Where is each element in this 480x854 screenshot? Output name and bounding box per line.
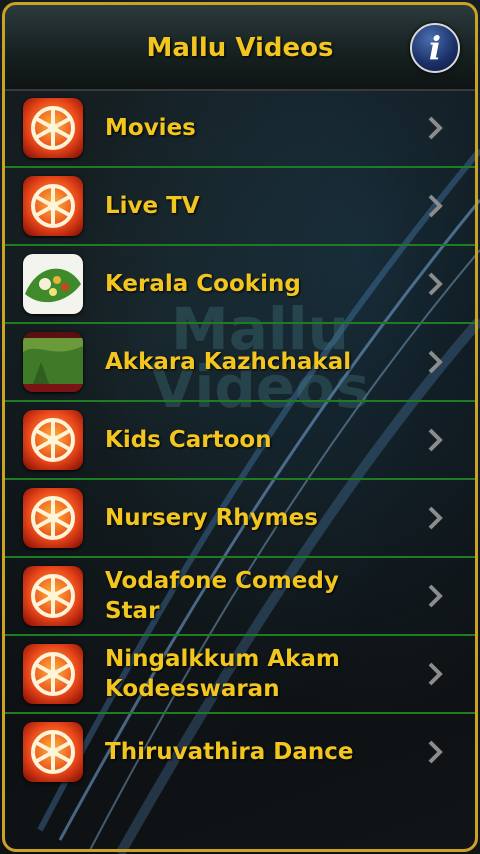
list-item-label: Kerala Cooking xyxy=(105,271,301,297)
list-item-thiruvathira-dance[interactable]: Thiruvathira Dance xyxy=(5,714,475,790)
chevron-right-icon xyxy=(428,350,443,374)
list-item-label: Ningalkkum Akam Kodeeswaran xyxy=(105,646,340,702)
chevron-right-icon xyxy=(428,740,443,764)
landscape-thumbnail-icon xyxy=(23,332,83,392)
list-item-vodafone-comedy-star[interactable]: Vodafone Comedy Star xyxy=(5,558,475,636)
list-item-label: Thiruvathira Dance xyxy=(105,739,354,765)
list-item-label: Live TV xyxy=(105,193,200,219)
app-header: Mallu Videos i xyxy=(5,5,475,91)
list-item-label: Movies xyxy=(105,115,196,141)
chevron-right-icon xyxy=(428,662,443,686)
list-item-nursery-rhymes[interactable]: Nursery Rhymes xyxy=(5,480,475,558)
list-item-label: Kids Cartoon xyxy=(105,427,272,453)
chevron-right-icon xyxy=(428,116,443,140)
list-item-label: Nursery Rhymes xyxy=(105,505,318,531)
chevron-right-icon xyxy=(428,428,443,452)
list-item-movies[interactable]: Movies xyxy=(5,90,475,168)
page-title: Mallu Videos xyxy=(146,33,334,63)
chevron-right-icon xyxy=(428,272,443,296)
chevron-right-icon xyxy=(428,194,443,218)
list-item-kerala-cooking[interactable]: Kerala Cooking xyxy=(5,246,475,324)
app-background: Mallu Videos Mallu Videos i Movies Live … xyxy=(0,0,480,854)
banana-leaf-meal-icon xyxy=(23,254,83,314)
film-reel-icon xyxy=(23,98,83,158)
list-item-akkara-kazhchakal[interactable]: Akkara Kazhchakal xyxy=(5,324,475,402)
list-item-kids-cartoon[interactable]: Kids Cartoon xyxy=(5,402,475,480)
film-reel-icon xyxy=(23,644,83,704)
film-reel-icon xyxy=(23,410,83,470)
info-icon: i xyxy=(428,29,442,67)
film-reel-icon xyxy=(23,176,83,236)
film-reel-icon xyxy=(23,488,83,548)
info-button[interactable]: i xyxy=(410,23,460,73)
chevron-right-icon xyxy=(428,584,443,608)
category-list: Movies Live TV Kerala Cooking Akkara Kaz… xyxy=(5,90,475,790)
list-item-live-tv[interactable]: Live TV xyxy=(5,168,475,246)
list-item-label: Vodafone Comedy Star xyxy=(105,568,339,624)
film-reel-icon xyxy=(23,566,83,626)
list-item-label: Akkara Kazhchakal xyxy=(105,349,352,375)
list-item-ningalkkum-akam-kodeeswaran[interactable]: Ningalkkum Akam Kodeeswaran xyxy=(5,636,475,714)
chevron-right-icon xyxy=(428,506,443,530)
film-reel-icon xyxy=(23,722,83,782)
